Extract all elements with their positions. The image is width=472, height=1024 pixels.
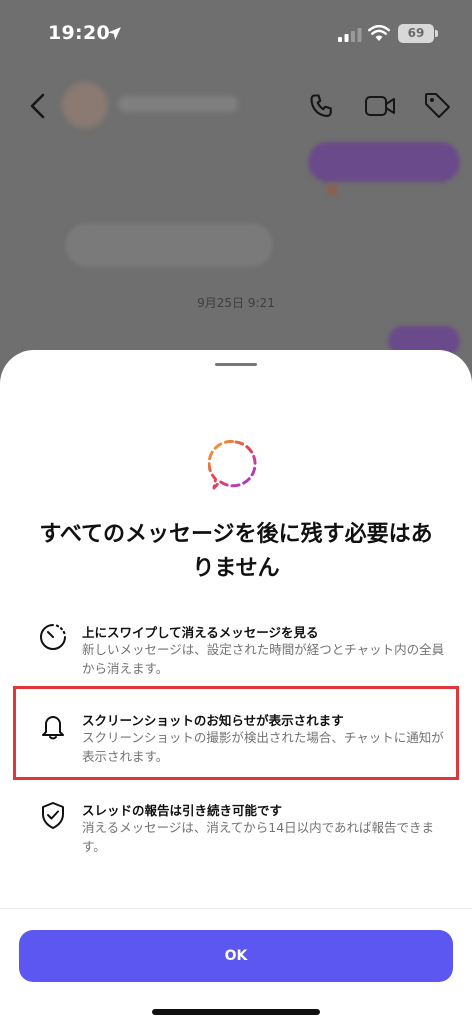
incoming-message-bubble-blurred bbox=[66, 224, 272, 266]
location-arrow-icon bbox=[108, 27, 121, 40]
feature-description: 消えるメッセージは、消えてから14日以内であれば報告できます。 bbox=[82, 820, 435, 854]
tag-icon[interactable] bbox=[422, 90, 452, 120]
battery-nub bbox=[435, 30, 438, 37]
feature-description: 新しいメッセージは、設定された時間が経つとチャット内の全員から消えます。 bbox=[82, 642, 445, 676]
feature-description: スクリーンショットの撮影が検出された場合、チャットに通知が表示されます。 bbox=[82, 730, 444, 764]
feature-title: 上にスワイプして消えるメッセージを見る bbox=[82, 625, 319, 640]
sheet-title: すべてのメッセージを後に残す必要はありません bbox=[39, 522, 433, 581]
wifi-icon bbox=[368, 25, 390, 41]
back-chevron-icon[interactable] bbox=[26, 92, 50, 120]
chat-header bbox=[0, 70, 472, 140]
avatar[interactable] bbox=[62, 82, 108, 128]
bell-icon bbox=[42, 716, 64, 740]
phone-icon[interactable] bbox=[308, 92, 336, 120]
shield-check-icon bbox=[42, 802, 64, 829]
feature-title: スクリーンショットのお知らせが表示されます bbox=[82, 713, 344, 728]
outgoing-message-bubble-blurred bbox=[308, 142, 460, 182]
battery-icon: 69 bbox=[398, 24, 434, 43]
status-time: 19:20 bbox=[48, 22, 110, 44]
ok-button[interactable]: OK bbox=[19, 930, 453, 982]
sheet-grabber[interactable] bbox=[215, 363, 257, 366]
signal-icon bbox=[338, 28, 362, 42]
video-camera-icon[interactable] bbox=[364, 94, 396, 118]
vanish-mode-info-sheet: すべてのメッセージを後に残す必要はありません 上にスワイプして消えるメッセージを… bbox=[0, 350, 472, 1024]
status-bar: 19:20 69 bbox=[0, 0, 472, 70]
feature-title: スレッドの報告は引き続き可能です bbox=[82, 803, 283, 818]
vanish-mode-logo-icon bbox=[208, 439, 257, 490]
sheet-divider bbox=[0, 908, 472, 909]
message-reaction-blurred bbox=[326, 184, 338, 196]
contact-name-blurred[interactable] bbox=[118, 96, 238, 112]
chat-timestamp: 9月25日 9:21 bbox=[197, 296, 275, 310]
dashed-timer-icon bbox=[40, 624, 66, 650]
home-indicator bbox=[152, 1009, 320, 1015]
